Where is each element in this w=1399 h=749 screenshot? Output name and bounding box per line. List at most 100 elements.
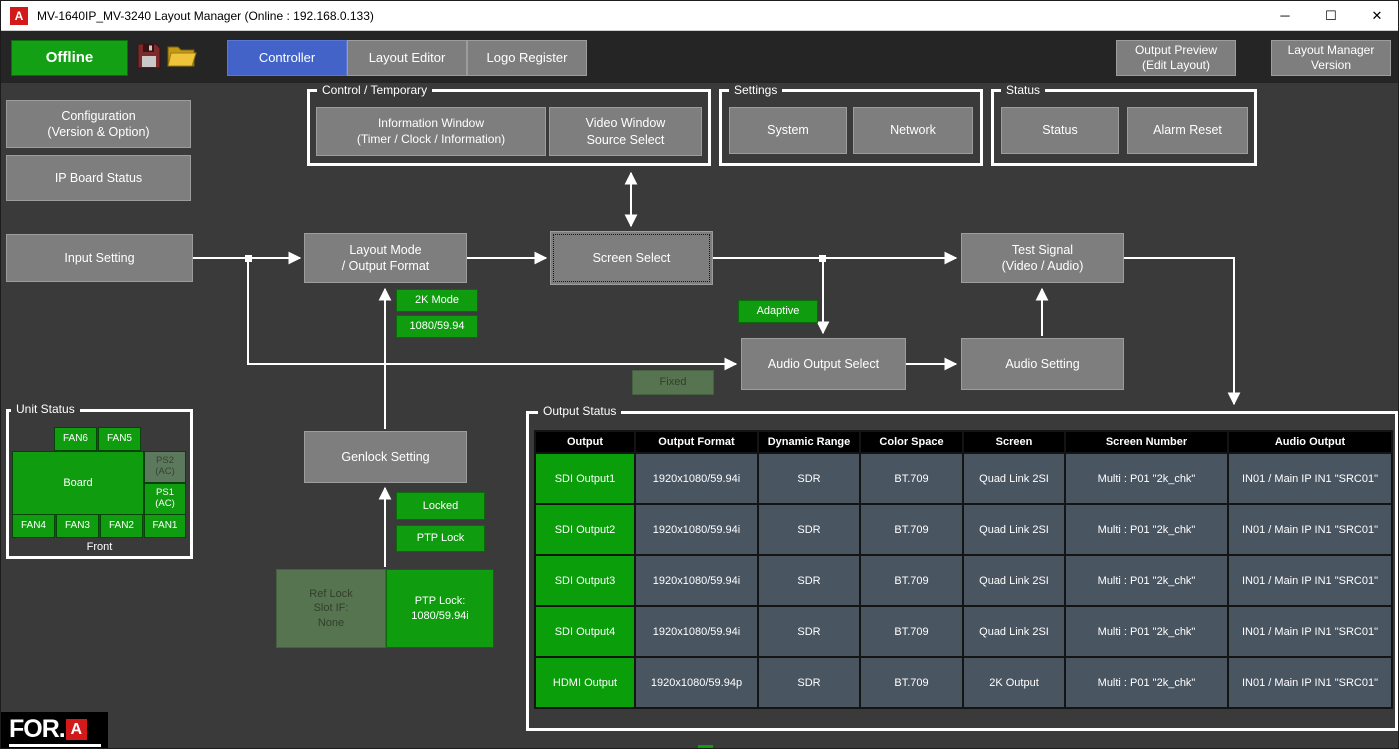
fan6-status: FAN6 [54,427,97,451]
close-button[interactable]: ✕ [1354,1,1399,30]
cell-screen-number: Multi : P01 "2k_chk" [1065,606,1228,657]
col-color-space: Color Space [860,431,963,453]
table-row: SDI Output1 1920x1080/59.94i SDR BT.709 … [535,453,1392,504]
save-button[interactable] [133,42,164,74]
front-label: Front [6,541,193,553]
cell-dynamic-range: SDR [758,453,860,504]
table-row: SDI Output2 1920x1080/59.94i SDR BT.709 … [535,504,1392,555]
cell-dynamic-range: SDR [758,657,860,708]
cell-dynamic-range: SDR [758,504,860,555]
cell-color-space: BT.709 [860,657,963,708]
network-button[interactable]: Network [853,107,973,154]
cell-screen-number: Multi : P01 "2k_chk" [1065,657,1228,708]
floppy-disk-icon [137,43,161,74]
audio-setting-button[interactable]: Audio Setting [961,338,1124,390]
group-settings-title: Settings [729,83,782,97]
window-title: MV-1640IP_MV-3240 Layout Manager (Online… [37,9,374,23]
configuration-button[interactable]: Configuration (Version & Option) [6,100,191,148]
ps1-status: PS1 (AC) [144,483,186,515]
cell-screen: Quad Link 2SI [963,606,1065,657]
group-unit-status-title: Unit Status [11,402,80,416]
output-preview-button[interactable]: Output Preview (Edit Layout) [1116,40,1236,76]
cell-color-space: BT.709 [860,504,963,555]
col-dynamic-range: Dynamic Range [758,431,860,453]
cell-output: SDI Output1 [535,453,635,504]
badge-fixed: Fixed [632,370,714,395]
badge-output-format: 1080/59.94 [396,315,478,338]
information-window-button[interactable]: Information Window (Timer / Clock / Info… [316,107,546,156]
table-header-row: Output Output Format Dynamic Range Color… [535,431,1392,453]
system-button[interactable]: System [729,107,847,154]
fan5-status: FAN5 [98,427,141,451]
ip-board-status-button[interactable]: IP Board Status [6,155,191,201]
ps2-status: PS2 (AC) [144,451,186,483]
layout-mode-output-format-button[interactable]: Layout Mode / Output Format [304,233,467,283]
fora-logo-underline [9,744,101,747]
cell-output-format: 1920x1080/59.94i [635,606,758,657]
col-screen-number: Screen Number [1065,431,1228,453]
genlock-setting-button[interactable]: Genlock Setting [304,431,467,483]
open-layout-button[interactable] [164,42,200,74]
video-window-source-select-button[interactable]: Video Window Source Select [549,107,702,156]
tab-controller[interactable]: Controller [227,40,347,76]
cell-screen: Quad Link 2SI [963,453,1065,504]
cell-output-format: 1920x1080/59.94i [635,555,758,606]
cell-color-space: BT.709 [860,555,963,606]
cell-color-space: BT.709 [860,453,963,504]
tab-layout-editor[interactable]: Layout Editor [347,40,467,76]
badge-2k-mode: 2K Mode [396,289,478,312]
input-setting-button[interactable]: Input Setting [6,234,193,282]
cell-screen: Quad Link 2SI [963,504,1065,555]
badge-ptp-lock: PTP Lock [396,525,485,552]
group-control-temporary-title: Control / Temporary [317,83,432,97]
cell-screen-number: Multi : P01 "2k_chk" [1065,453,1228,504]
fora-logo: FOR. A [1,712,108,749]
col-output-format: Output Format [635,431,758,453]
maximize-button[interactable]: ☐ [1308,1,1354,30]
cell-audio-output: IN01 / Main IP IN1 "SRC01" [1228,504,1392,555]
app-window: A MV-1640IP_MV-3240 Layout Manager (Onli… [0,0,1399,749]
fan4-status: FAN4 [12,514,55,538]
col-audio-output: Audio Output [1228,431,1392,453]
fan1-status: FAN1 [144,514,186,538]
table-row: HDMI Output 1920x1080/59.94p SDR BT.709 … [535,657,1392,708]
fan2-status: FAN2 [100,514,143,538]
screen-select-button[interactable]: Screen Select [550,231,713,285]
cell-output-format: 1920x1080/59.94p [635,657,758,708]
cell-output: SDI Output3 [535,555,635,606]
group-status-title: Status [1001,83,1045,97]
badge-adaptive: Adaptive [738,300,818,323]
open-folder-icon [167,44,197,73]
tab-logo-register[interactable]: Logo Register [467,40,587,76]
offline-button[interactable]: Offline [11,40,128,76]
cell-screen: 2K Output [963,657,1065,708]
cell-output-format: 1920x1080/59.94i [635,453,758,504]
output-status-table: Output Output Format Dynamic Range Color… [534,430,1393,709]
minimize-button[interactable]: ─ [1262,1,1308,30]
window-controls: ─ ☐ ✕ [1262,1,1399,30]
cell-audio-output: IN01 / Main IP IN1 "SRC01" [1228,657,1392,708]
fora-logo-text: FOR. [9,715,65,744]
titlebar: A MV-1640IP_MV-3240 Layout Manager (Onli… [1,1,1399,31]
fora-logo-mark: A [66,719,87,740]
group-output-status-title: Output Status [538,404,621,418]
status-button[interactable]: Status [1001,107,1119,154]
cell-audio-output: IN01 / Main IP IN1 "SRC01" [1228,555,1392,606]
cell-dynamic-range: SDR [758,606,860,657]
test-signal-button[interactable]: Test Signal (Video / Audio) [961,233,1124,283]
cell-output: HDMI Output [535,657,635,708]
audio-output-select-button[interactable]: Audio Output Select [741,338,906,390]
board-status: Board [12,451,144,515]
cell-output: SDI Output2 [535,504,635,555]
cell-dynamic-range: SDR [758,555,860,606]
layout-manager-version-button[interactable]: Layout Manager Version [1271,40,1391,76]
cell-screen: Quad Link 2SI [963,555,1065,606]
ptp-lock-status-box: PTP Lock: 1080/59.94i [386,569,494,648]
table-row: SDI Output3 1920x1080/59.94i SDR BT.709 … [535,555,1392,606]
cell-output: SDI Output4 [535,606,635,657]
col-output: Output [535,431,635,453]
alarm-reset-button[interactable]: Alarm Reset [1127,107,1248,154]
fora-logo-row: FOR. A [9,715,87,744]
badge-locked: Locked [396,492,485,520]
col-screen: Screen [963,431,1065,453]
